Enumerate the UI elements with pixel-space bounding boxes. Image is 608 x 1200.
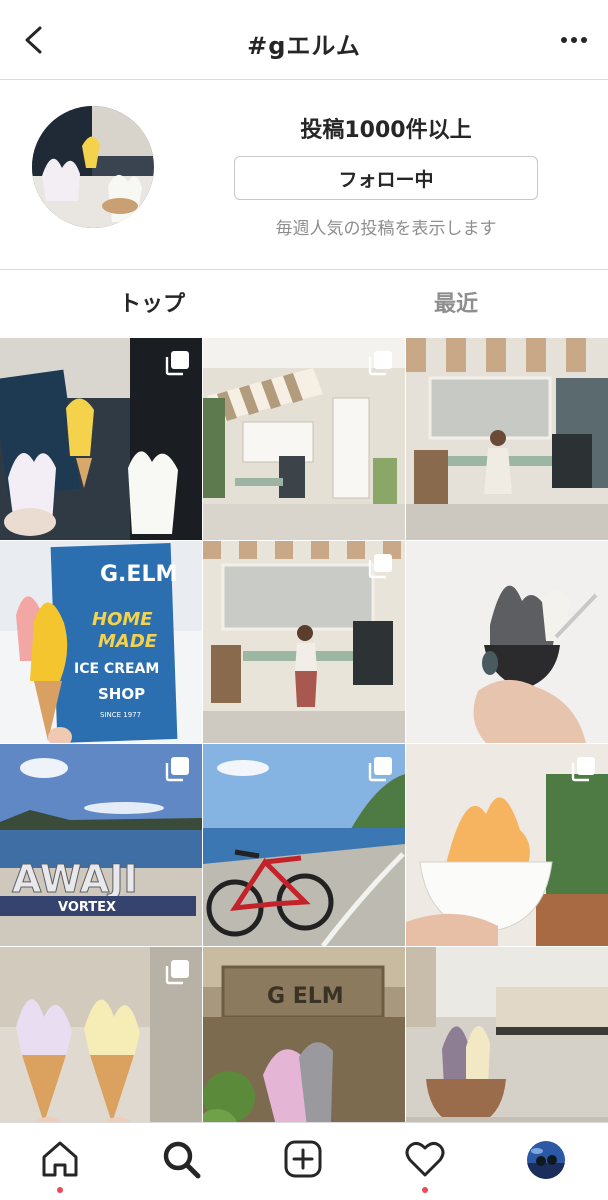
page-title: #gエルム — [247, 32, 361, 60]
new-post-icon[interactable] — [281, 1137, 325, 1181]
hashtag-header: 投稿1000件以上 フォロー中 毎週人気の投稿を表示します — [0, 80, 608, 270]
grid-post[interactable] — [203, 744, 405, 946]
home-notification-dot — [57, 1187, 63, 1193]
profile-avatar[interactable] — [527, 1141, 565, 1179]
bottom-navigation — [0, 1122, 608, 1200]
svg-text:VORTEX: VORTEX — [58, 900, 116, 915]
grid-post[interactable] — [203, 541, 405, 743]
hashtag-page: #gエルム 投稿1000件以上 フォロー中 毎週人気の投稿を表示します トップ … — [0, 0, 608, 1200]
gelm-homemade-sign-image: G.ELM HOME MADE ICE CREAM SHOP SINCE 197… — [0, 541, 202, 743]
grid-post[interactable]: G ELM — [203, 947, 405, 1122]
tab-top[interactable]: トップ — [0, 286, 304, 318]
grid-post[interactable]: G.ELM HOME MADE ICE CREAM SHOP SINCE 197… — [0, 541, 202, 743]
posts-count: 投稿1000件以上 — [300, 118, 472, 143]
weekly-top-posts-note: 毎週人気の投稿を表示します — [275, 219, 497, 239]
post-grid: G.ELM HOME MADE ICE CREAM SHOP SINCE 197… — [0, 338, 608, 1122]
svg-text:SINCE 1977: SINCE 1977 — [100, 711, 141, 719]
search-icon[interactable] — [159, 1137, 203, 1181]
grid-post[interactable]: AWAJI VORTEX — [0, 744, 202, 946]
activity-heart-icon[interactable] — [403, 1137, 447, 1181]
grid-post[interactable] — [203, 338, 405, 540]
home-icon[interactable] — [38, 1137, 82, 1181]
svg-text:G ELM: G ELM — [267, 984, 344, 1009]
svg-text:ICE CREAM: ICE CREAM — [74, 661, 159, 677]
grid-post[interactable] — [0, 338, 202, 540]
multiple-photos-icon — [368, 554, 392, 579]
grid-post[interactable]: G.ELM — [0, 947, 202, 1122]
svg-text:MADE: MADE — [98, 631, 158, 652]
svg-text:SHOP: SHOP — [98, 685, 145, 703]
svg-text:HOME: HOME — [92, 609, 153, 630]
awaji-sign-text: AWAJI — [12, 857, 138, 901]
tab-recent[interactable]: 最近 — [304, 286, 608, 318]
multiple-photos-icon — [368, 351, 392, 376]
multiple-photos-icon — [571, 757, 595, 782]
multiple-photos-icon — [165, 351, 189, 376]
more-options-icon[interactable] — [558, 30, 590, 50]
multiple-photos-icon — [165, 757, 189, 782]
activity-notification-dot — [422, 1187, 428, 1193]
top-bar: #gエルム — [0, 0, 608, 80]
ice-cream-avatar-image — [32, 106, 154, 228]
grid-post[interactable] — [406, 541, 608, 743]
grid-post[interactable] — [406, 947, 608, 1122]
grid-post[interactable] — [406, 338, 608, 540]
following-button[interactable]: フォロー中 — [234, 156, 538, 200]
hashtag-avatar — [32, 106, 154, 228]
woman-at-shop-image — [406, 338, 608, 540]
black-sesame-ice-cream-image — [406, 541, 608, 743]
grid-post[interactable] — [406, 744, 608, 946]
cafe-table-ice-cream-image — [406, 947, 608, 1122]
gelm-wooden-sign-image: G ELM — [203, 947, 405, 1122]
multiple-photos-icon — [165, 960, 189, 985]
sign-text-gelm: G.ELM — [100, 562, 177, 587]
feed-tabs: トップ 最近 — [0, 270, 608, 338]
multiple-photos-icon — [368, 757, 392, 782]
